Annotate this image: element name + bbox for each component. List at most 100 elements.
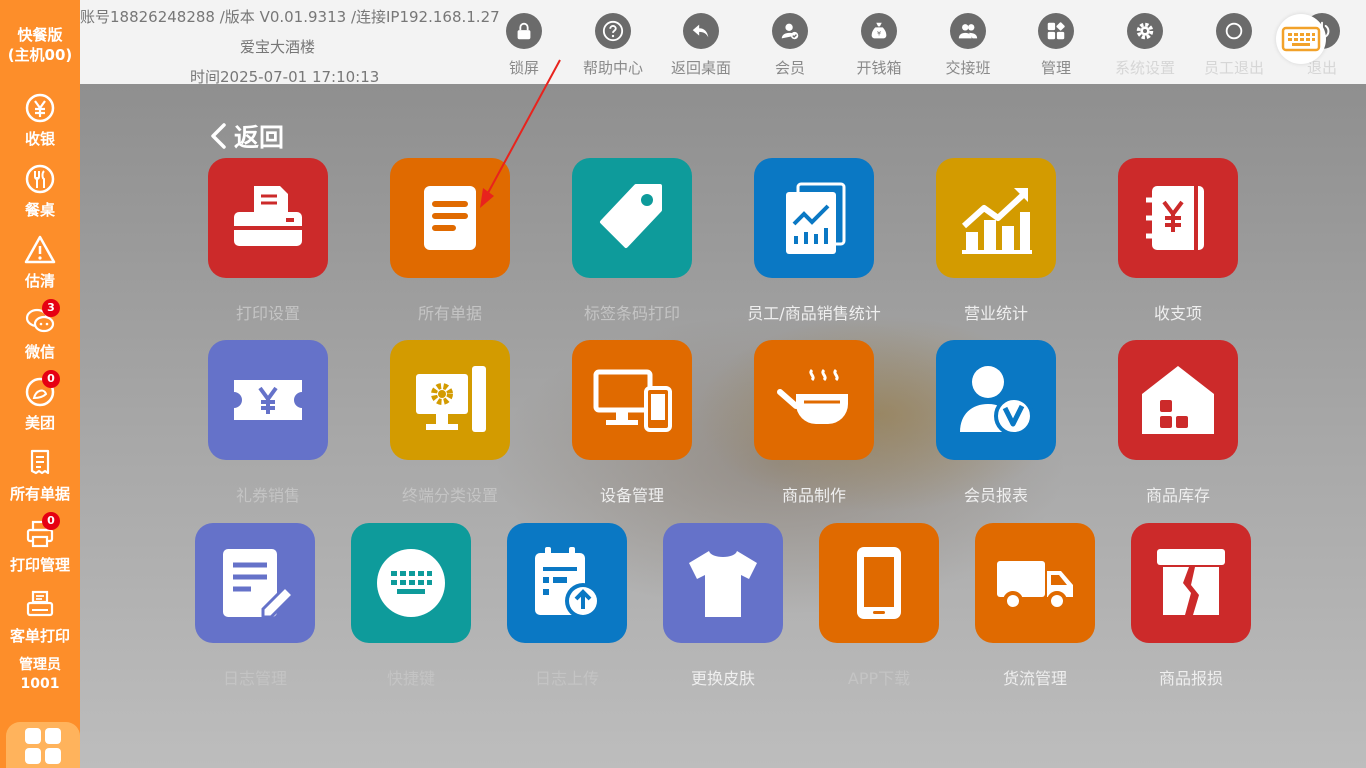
printer-icon	[234, 186, 302, 246]
sidebar-item-all-bills[interactable]: 所有单据	[0, 447, 80, 517]
chevron-left-icon	[211, 123, 226, 149]
tile-product-inventory[interactable]	[1118, 340, 1238, 460]
tile-log-management[interactable]	[195, 523, 315, 643]
sidebar: 快餐版 (主机00) 收银 餐桌 估清 3 微信 0 美团 所有单据 0 打印管…	[0, 0, 80, 768]
sidebar-item-wechat[interactable]: 3 微信	[0, 299, 80, 375]
yen-coin-icon	[25, 93, 55, 123]
member-icon	[772, 13, 808, 49]
tile-shortcuts[interactable]	[351, 523, 471, 643]
store-name: 爱宝大酒楼	[240, 38, 316, 56]
log-upload-icon	[535, 547, 601, 619]
return-desktop-button[interactable]: 返回桌面	[655, 10, 747, 80]
back-label: 返回	[234, 123, 285, 152]
tile-label: 收支项	[1153, 304, 1202, 323]
sidebar-item-label: 打印管理	[9, 556, 70, 574]
help-center-button[interactable]: 帮助中心	[567, 10, 659, 80]
business-chart-icon	[961, 188, 1032, 254]
money-bag-icon: ¥	[861, 13, 897, 49]
tile-print-settings[interactable]	[208, 158, 328, 278]
sidebar-item-meituan[interactable]: 0 美团	[0, 370, 80, 446]
svg-text:¥: ¥	[877, 30, 881, 38]
tile-app-download[interactable]	[819, 523, 939, 643]
top-bar: 账号18826248288 /版本 V0.01.9313 /连接IP192.16…	[80, 0, 1366, 86]
sidebar-item-label: 所有单据	[9, 485, 70, 503]
vip-member-icon	[960, 366, 1034, 436]
admin-role: 管理员	[19, 657, 61, 673]
sidebar-item-sold-out[interactable]: 估清	[0, 234, 80, 304]
sidebar-item-guest-print[interactable]: 客单打印	[0, 589, 80, 659]
cooking-pot-icon	[777, 368, 848, 424]
system-settings-button[interactable]: 系统设置	[1099, 10, 1191, 80]
ledger-yen-icon	[1146, 186, 1204, 250]
tile-label: 会员报表	[963, 486, 1028, 505]
tile-terminal-category-settings[interactable]	[390, 340, 510, 460]
back-arrow-icon	[683, 13, 719, 49]
tile-label: 营业统计	[963, 304, 1028, 323]
sidebar-item-label: 客单打印	[9, 627, 70, 645]
account-info: 账号18826248288 /版本 V0.01.9313 /连接IP192.16…	[80, 8, 500, 26]
tile-label-barcode-print[interactable]	[572, 158, 692, 278]
tile-label: APP下载	[847, 669, 911, 688]
keyboard-toggle-button[interactable]	[1276, 14, 1326, 64]
tile-coupon-sales[interactable]	[208, 340, 328, 460]
tshirt-icon	[689, 551, 757, 617]
tile-label: 货流管理	[1002, 669, 1067, 688]
return-desktop-label: 返回桌面	[670, 59, 731, 77]
tile-label: 标签条码打印	[583, 304, 680, 323]
warehouse-icon	[1142, 366, 1214, 434]
tile-device-management[interactable]	[572, 340, 692, 460]
tile-business-stats[interactable]	[936, 158, 1056, 278]
tile-label: 所有单据	[417, 304, 482, 323]
warning-icon	[24, 235, 56, 264]
tile-label: 快捷键	[386, 669, 435, 688]
tile-income-expense[interactable]	[1118, 158, 1238, 278]
tile-staff-product-sales-stats[interactable]	[754, 158, 874, 278]
tile-product-production[interactable]	[754, 340, 874, 460]
tag-icon	[600, 184, 662, 248]
gear-icon	[1127, 13, 1163, 49]
manage-label: 管理	[1040, 59, 1071, 77]
tile-change-skin[interactable]	[663, 523, 783, 643]
annotation-arrow	[480, 59, 561, 208]
manage-button[interactable]: 管理	[1010, 10, 1102, 80]
sidebar-item-print-manage[interactable]: 0 打印管理	[0, 512, 80, 588]
sales-report-icon	[786, 182, 846, 254]
ticket-printer-icon	[26, 590, 54, 617]
tile-log-upload[interactable]	[507, 523, 627, 643]
broken-box-icon	[1157, 549, 1225, 615]
back-button[interactable]: 返回	[208, 118, 284, 154]
keyboard-icon	[1281, 26, 1321, 52]
system-settings-label: 系统设置	[1114, 59, 1175, 77]
meituan-badge: 0	[42, 370, 60, 388]
tile-label: 设备管理	[599, 486, 664, 505]
sidebar-item-cashier[interactable]: 收银	[0, 92, 80, 162]
staff-logout-button[interactable]: 员工退出	[1188, 10, 1280, 80]
shift-handover-icon	[950, 13, 986, 49]
admin-id: 1001	[20, 676, 60, 692]
tile-label: 更换皮肤	[690, 669, 755, 688]
tile-product-damage-report[interactable]	[1131, 523, 1251, 643]
tile-label: 日志管理	[222, 669, 287, 688]
tile-label: 商品库存	[1145, 486, 1210, 505]
help-icon	[595, 13, 631, 49]
sidebar-item-tables[interactable]: 餐桌	[0, 163, 80, 233]
host-label: (主机00)	[7, 46, 73, 64]
open-cash-drawer-button[interactable]: ¥ 开钱箱	[833, 10, 925, 80]
tile-label: 打印设置	[235, 304, 300, 323]
time-display: 时间2025-07-01 17:10:13	[190, 68, 380, 86]
shift-handover-button[interactable]: 交接班	[922, 10, 1014, 80]
tile-logistics-management[interactable]	[975, 523, 1095, 643]
print-manage-badge: 0	[42, 512, 60, 530]
terminal-settings-icon	[416, 366, 486, 432]
receipt-icon	[30, 449, 50, 475]
staff-logout-label: 员工退出	[1203, 59, 1264, 77]
brand-title: 快餐版	[17, 26, 63, 44]
tile-label: 礼券销售	[235, 486, 300, 505]
log-edit-icon	[223, 549, 296, 619]
home-menu-button[interactable]	[6, 722, 80, 768]
tile-member-report[interactable]	[936, 340, 1056, 460]
member-label: 会员	[774, 59, 805, 77]
phone-icon	[857, 547, 901, 619]
tile-label: 终端分类设置	[401, 486, 498, 505]
member-button[interactable]: 会员	[744, 10, 836, 80]
